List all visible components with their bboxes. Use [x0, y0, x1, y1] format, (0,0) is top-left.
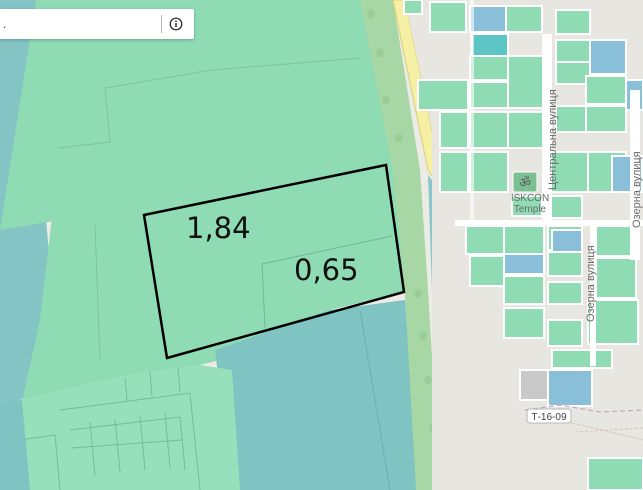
- road-code-badge: Т-16-09: [526, 408, 572, 424]
- om-icon[interactable]: ॐ: [512, 171, 538, 193]
- svg-text:ꙮ: ꙮ: [414, 289, 422, 299]
- svg-text:ꙮ: ꙮ: [395, 133, 403, 143]
- poi-label-1: ISKCON: [511, 193, 549, 204]
- search-divider: [161, 15, 162, 33]
- area-label-small: 0,65: [294, 253, 359, 287]
- road-code-label: Т-16-09: [531, 412, 566, 423]
- residential-blocks: [403, 0, 643, 490]
- svg-text:ꙮ: ꙮ: [424, 375, 432, 385]
- svg-text:ꙮ: ꙮ: [419, 331, 427, 341]
- svg-text:ꙮ: ꙮ: [382, 95, 390, 105]
- svg-text:ꙮ: ꙮ: [367, 9, 375, 19]
- search-input[interactable]: [0, 10, 153, 38]
- street-label-ozerna-1: Озерна вулиця: [631, 151, 643, 228]
- area-label-large: 1,84: [186, 211, 251, 245]
- info-icon[interactable]: [166, 14, 186, 34]
- cadastral-map[interactable]: ꙮ ꙮ ꙮ ꙮ ꙮ ꙮ ꙮ ꙮ: [0, 0, 643, 490]
- poi-label-2: Temple: [514, 204, 547, 215]
- svg-text:ꙮ: ꙮ: [376, 48, 384, 58]
- street-label-ozerna-2: Озерна вулиця: [585, 245, 597, 322]
- svg-text:ॐ: ॐ: [519, 175, 531, 190]
- search-box: [0, 9, 194, 39]
- street-label-central: Центральна вулиця: [547, 89, 559, 190]
